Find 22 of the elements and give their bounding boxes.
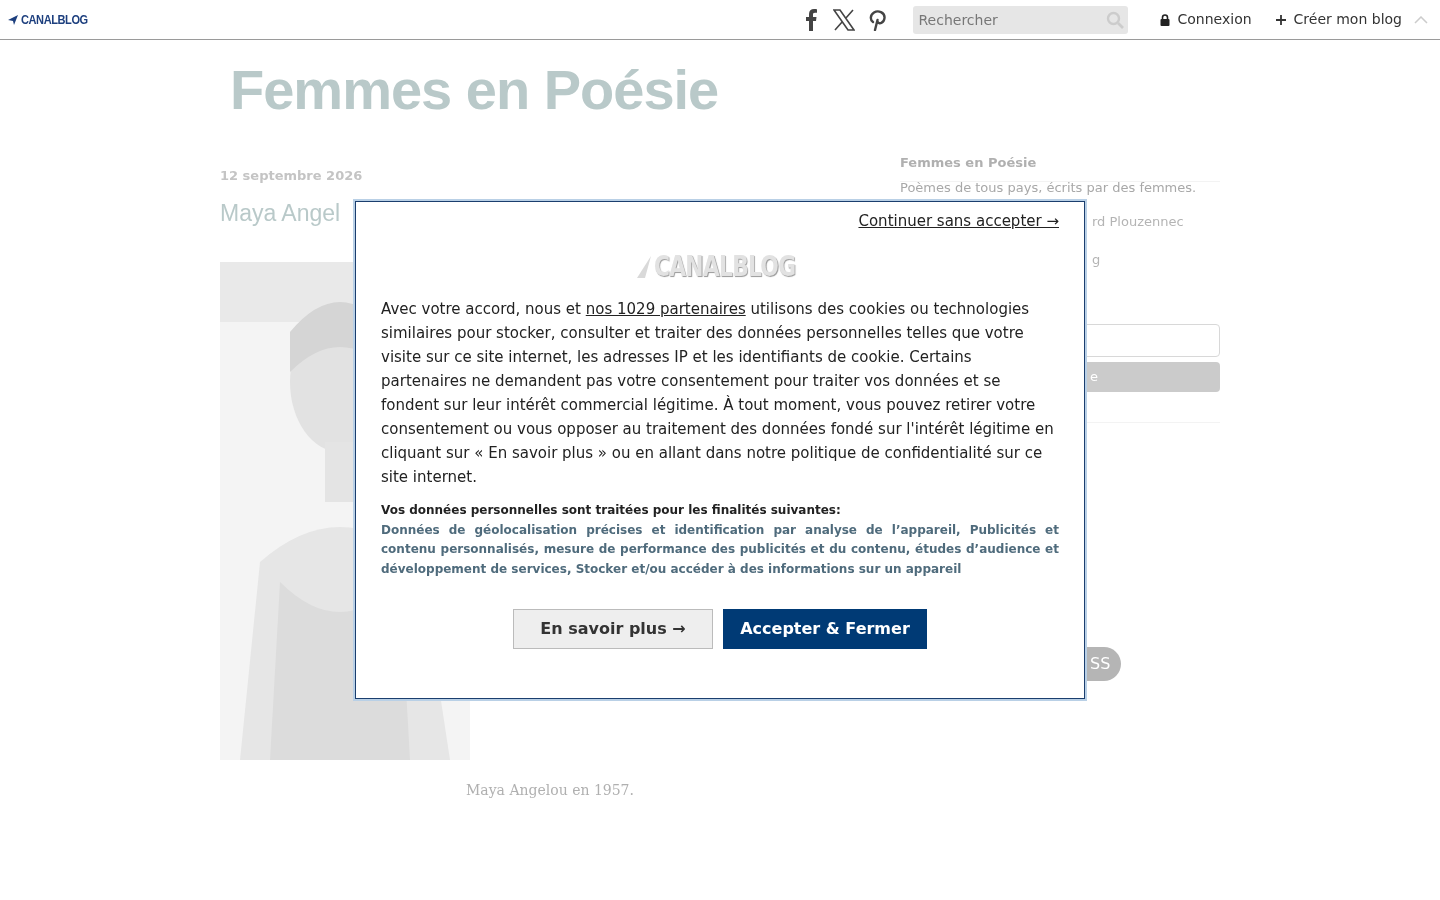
sidebar-heading: Femmes en Poésie (900, 153, 1220, 182)
facebook-icon[interactable] (804, 8, 817, 31)
partners-link[interactable]: nos 1029 partenaires (585, 299, 746, 318)
description-text: rd Plouzennec (1092, 212, 1185, 231)
learn-more-button[interactable]: En savoir plus → (513, 609, 713, 649)
x-icon[interactable] (832, 8, 855, 31)
post-date: 12 septembre 2026 (220, 167, 364, 185)
modal-logo: CANALBLOG (653, 248, 796, 285)
blog-description: Poèmes de tous pays, écrits par des femmes. (900, 179, 1198, 196)
photo-caption: Maya Angelou en 1957. (466, 780, 635, 800)
lock-icon (1159, 13, 1170, 26)
consent-text: Avec votre accord, nous et nos 1029 partenaires utilisons des cookies ou technologies similaires pour stocker, consulter et traiter des données personnelles telles que votre visite sur ce site internet, les adresses IP et les identifiants de cookie. Certains partenaires ne demandent pas votre consentement pour traiter vos données et se fondent sur leur intérêt commercial légitime. À tout moment, vous pouvez retirer votre consentement ou vous opposer au traitement des données fondé sur l'intérêt légitime en cliquant sur « En savoir plus » ou en allant dans notre politique de confidentialité sur ce site internet. (381, 298, 1055, 488)
accept-and-close-button[interactable]: Accepter & Fermer (723, 609, 927, 649)
logo[interactable]: CANALBLOG (21, 9, 88, 30)
login-link[interactable]: Connexion (1159, 9, 1252, 30)
create-blog-link[interactable]: Créer mon blog (1275, 9, 1402, 30)
search-field[interactable]: Rechercher (912, 5, 1128, 34)
sidebar-text: g (1092, 251, 1102, 269)
plus-icon (1275, 14, 1286, 25)
purposes-text: Données de géolocalisation précises et identification par analyse de l’appareil, Publicités et contenu personnalisés, mesure de performance des publicités et du contenu, études d’audience et développement de services, Stocker et/ou accéder à des informations sur un appareil (381, 521, 1059, 578)
continue-without-accepting-link[interactable]: Continuer sans accepter → (858, 210, 1059, 233)
purposes-heading: Vos données personnelles sont traitées pour les finalités suivantes: (381, 501, 842, 519)
